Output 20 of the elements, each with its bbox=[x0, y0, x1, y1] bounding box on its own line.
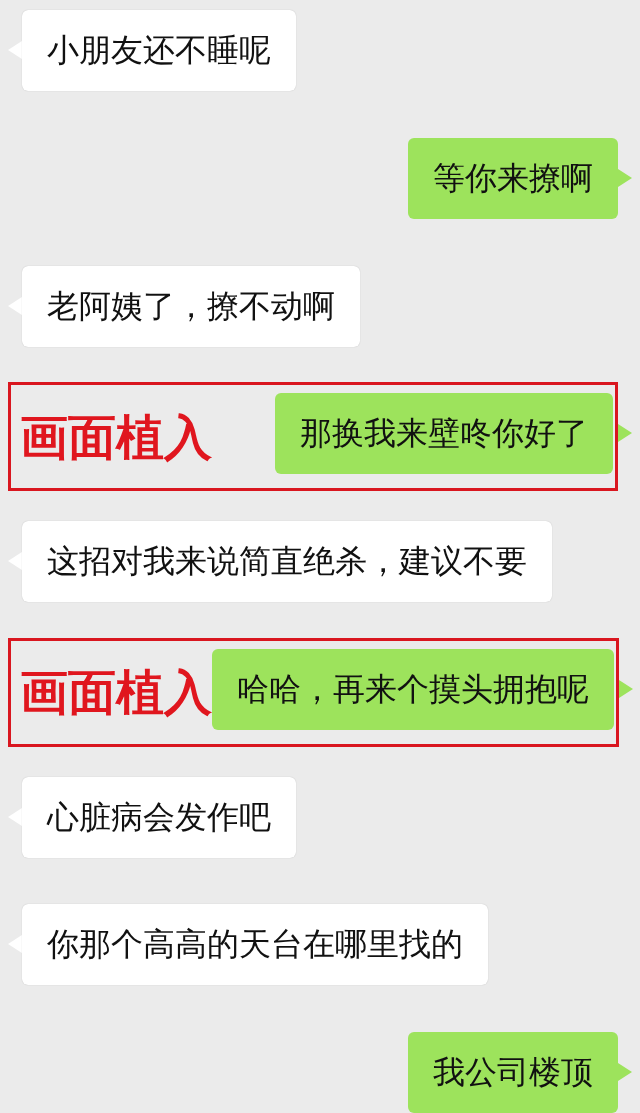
bubble-tail-icon bbox=[618, 424, 632, 443]
bubble-tail-icon bbox=[8, 807, 22, 826]
message-bubble: 等你来撩啊 bbox=[408, 137, 618, 219]
message-bubble: 你那个高高的天台在哪里找的 bbox=[22, 904, 488, 986]
bubble-tail-icon bbox=[8, 552, 22, 570]
message-bubble: 哈哈，再来个摸头拥抱呢 bbox=[212, 648, 614, 730]
annotation-label: 画面植入 bbox=[20, 413, 212, 462]
bubble-tail-icon bbox=[8, 296, 22, 315]
bubble-tail-icon bbox=[8, 41, 22, 59]
annotation-label: 画面植入 bbox=[20, 669, 212, 718]
message-bubble: 我公司楼顶 bbox=[408, 1032, 618, 1113]
bubble-tail-icon bbox=[618, 168, 632, 187]
message-bubble: 老阿姨了，撩不动啊 bbox=[22, 265, 360, 347]
message-bubble: 心脏病会发作吧 bbox=[22, 776, 296, 858]
message-bubble: 那换我来壁咚你好了 bbox=[275, 393, 613, 475]
bubble-tail-icon bbox=[618, 1063, 632, 1081]
message-bubble: 小朋友还不睡呢 bbox=[22, 10, 296, 91]
bubble-tail-icon bbox=[619, 679, 633, 698]
bubble-tail-icon bbox=[8, 935, 22, 954]
message-bubble: 这招对我来说简直绝杀，建议不要 bbox=[22, 521, 552, 602]
